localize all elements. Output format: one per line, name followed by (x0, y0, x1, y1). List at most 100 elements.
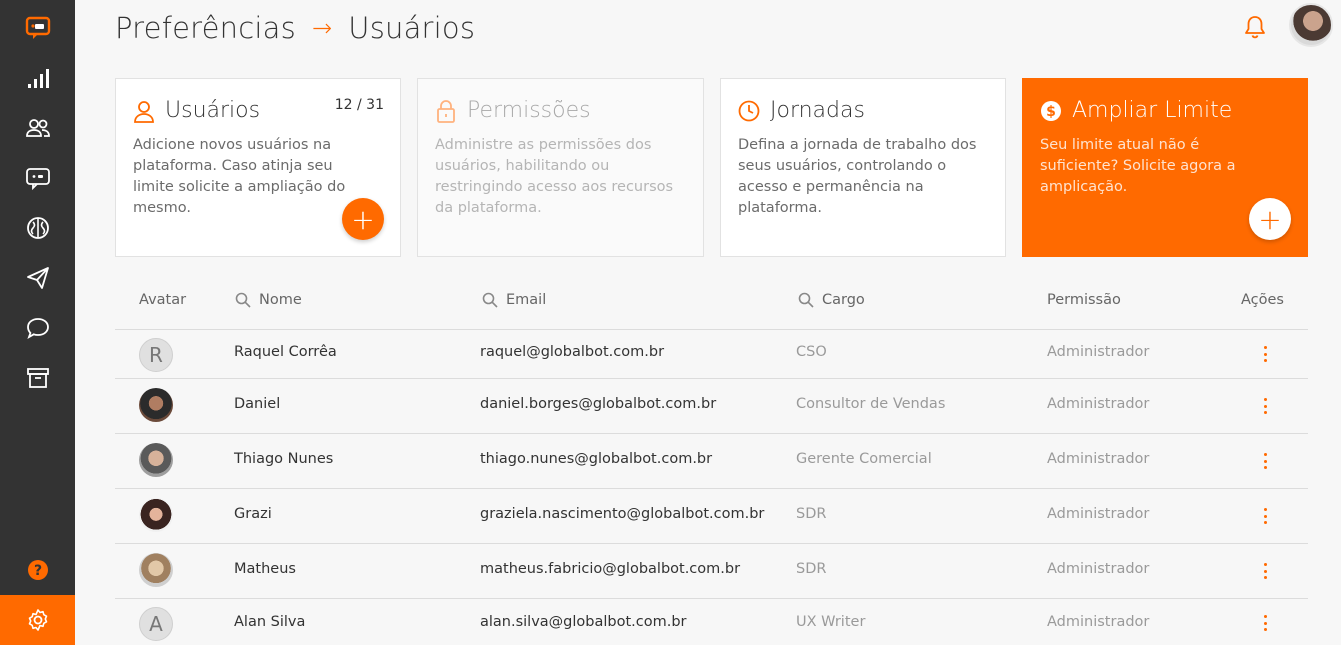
column-actions: Ações (1241, 292, 1284, 308)
table-header: Avatar Nome Email Cargo Permissão Ações (115, 278, 1308, 330)
svg-text:$: $ (1046, 104, 1056, 120)
user-avatar[interactable] (1289, 3, 1333, 47)
avatar (139, 388, 173, 422)
sidebar-item-help[interactable]: ? (0, 548, 75, 592)
more-actions-icon[interactable] (1262, 563, 1268, 579)
user-email: matheus.fabricio@globalbot.com.br (480, 561, 741, 577)
sidebar-item-ai[interactable] (0, 206, 75, 250)
user-name: Matheus (234, 561, 296, 577)
user-role: SDR (796, 561, 827, 577)
request-limit-button[interactable]: + (1249, 198, 1291, 240)
user-permission: Administrador (1047, 396, 1150, 412)
breadcrumb-parent[interactable]: Preferências (115, 11, 296, 45)
user-name: Thiago Nunes (234, 451, 334, 467)
sidebar-item-settings[interactable] (0, 595, 75, 645)
breadcrumb-arrow-icon: → (311, 14, 333, 42)
user-permission: Administrador (1047, 561, 1150, 577)
user-email: alan.silva@globalbot.com.br (480, 614, 687, 630)
card-journeys[interactable]: Jornadas Defina a jornada de trabalho do… (720, 78, 1006, 257)
search-icon (235, 292, 251, 308)
gear-icon (28, 609, 47, 631)
card-journeys-description: Defina a jornada de trabalho dos seus us… (738, 137, 977, 216)
user-email: raquel@globalbot.com.br (480, 344, 665, 360)
more-actions-icon[interactable] (1262, 346, 1268, 362)
svg-text:?: ? (33, 563, 41, 579)
sidebar-item-campaigns[interactable] (0, 256, 75, 300)
column-permission: Permissão (1047, 292, 1121, 308)
add-user-button[interactable]: + (342, 198, 384, 240)
users-icon (25, 119, 50, 137)
search-icon (798, 292, 814, 308)
user-name: Raquel Corrêa (234, 344, 337, 360)
table-row[interactable]: Matheus matheus.fabricio@globalbot.com.b… (115, 544, 1308, 599)
user-name: Alan Silva (234, 614, 306, 630)
breadcrumb: Preferências → Usuários (115, 8, 475, 48)
avatar (139, 443, 173, 477)
column-avatar: Avatar (139, 292, 187, 308)
column-email-search[interactable]: Email (482, 292, 546, 308)
user-role: UX Writer (796, 614, 866, 630)
card-expand-limit-title: Ampliar Limite (1072, 98, 1233, 123)
user-permission: Administrador (1047, 506, 1150, 522)
card-users: Usuários 12 / 31 Adicione novos usuários… (115, 78, 401, 257)
card-expand-limit-description: Seu limite atual não é suficiente? Solic… (1040, 137, 1236, 195)
signal-bars-icon (27, 69, 49, 88)
archive-icon (26, 368, 49, 388)
card-expand-limit: $ Ampliar Limite Seu limite atual não é … (1022, 78, 1308, 257)
more-actions-icon[interactable] (1262, 453, 1268, 469)
clock-icon (738, 100, 760, 121)
card-permissions: Permissões Administre as permissões dos … (417, 78, 704, 257)
user-permission: Administrador (1047, 451, 1150, 467)
column-name-search[interactable]: Nome (235, 292, 302, 308)
user-email: daniel.borges@globalbot.com.br (480, 396, 717, 412)
sidebar: ? (0, 0, 75, 645)
user-email: thiago.nunes@globalbot.com.br (480, 451, 713, 467)
user-permission: Administrador (1047, 344, 1150, 360)
user-role: Consultor de Vendas (796, 396, 946, 412)
sidebar-item-logo[interactable] (0, 6, 75, 50)
sidebar-item-reports[interactable] (0, 57, 75, 101)
sidebar-item-archive[interactable] (0, 356, 75, 400)
table-row[interactable]: Daniel daniel.borges@globalbot.com.br Co… (115, 379, 1308, 434)
avatar (139, 498, 173, 532)
avatar (139, 553, 173, 587)
user-role: Gerente Comercial (796, 451, 932, 467)
user-icon (134, 100, 154, 123)
more-actions-icon[interactable] (1262, 615, 1268, 631)
more-actions-icon[interactable] (1262, 398, 1268, 414)
search-icon (482, 292, 498, 308)
user-name: Grazi (234, 506, 272, 522)
avatar: A (139, 607, 173, 641)
chat-bot-icon (25, 168, 50, 191)
lock-icon (437, 99, 455, 123)
dollar-circle-icon: $ (1041, 100, 1061, 121)
users-counter: 12 / 31 (334, 97, 384, 113)
brain-icon (26, 217, 49, 239)
breadcrumb-current: Usuários (348, 11, 476, 45)
question-circle-icon: ? (27, 560, 48, 580)
user-role: CSO (796, 344, 827, 360)
paper-plane-icon (26, 267, 49, 289)
user-role: SDR (796, 506, 827, 522)
chat-bot-logo-icon (25, 16, 50, 39)
card-users-title: Usuários (165, 98, 261, 123)
table-row[interactable]: A Alan Silva alan.silva@globalbot.com.br… (115, 599, 1308, 645)
bell-icon[interactable] (1243, 14, 1267, 40)
table-row[interactable]: R Raquel Corrêa raquel@globalbot.com.br … (115, 330, 1308, 379)
table-row[interactable]: Thiago Nunes thiago.nunes@globalbot.com.… (115, 434, 1308, 489)
card-permissions-title: Permissões (467, 98, 591, 123)
more-actions-icon[interactable] (1262, 508, 1268, 524)
card-journeys-title: Jornadas (770, 98, 865, 123)
user-name: Daniel (234, 396, 281, 412)
user-email: graziela.nascimento@globalbot.com.br (480, 506, 765, 522)
sidebar-item-users[interactable] (0, 106, 75, 150)
table-row[interactable]: Grazi graziela.nascimento@globalbot.com.… (115, 489, 1308, 544)
user-permission: Administrador (1047, 614, 1150, 630)
column-role-search[interactable]: Cargo (798, 292, 865, 308)
sidebar-item-chat[interactable] (0, 306, 75, 350)
avatar: R (139, 338, 173, 372)
chat-bubble-icon (26, 318, 49, 339)
card-permissions-description: Administre as permissões dos usuários, h… (435, 137, 674, 216)
card-users-description: Adicione novos usuários na plataforma. C… (133, 137, 346, 216)
sidebar-item-bots[interactable] (0, 156, 75, 200)
